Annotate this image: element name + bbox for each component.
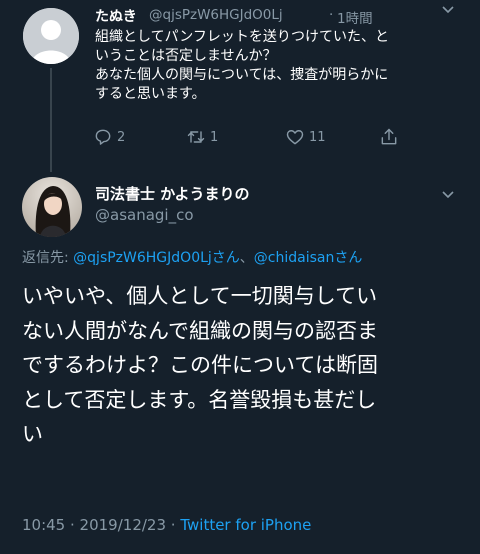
parent-more-chevron-down-icon[interactable] — [441, 2, 455, 16]
share-icon — [381, 128, 397, 145]
tweet-time: 10:45 — [22, 516, 66, 534]
main-more-chevron-down-icon[interactable] — [441, 187, 455, 201]
reply-count: 2 — [117, 129, 126, 145]
tweet-meta: 10:45 · 2019/12/23 · Twitter for iPhone — [22, 516, 311, 534]
like-count: 11 — [309, 129, 326, 145]
parent-text-line: すると思います。 — [95, 86, 206, 102]
replying-to: 返信先: @qjsPzW6HGJdO0Ljさん、@chidaisanさん — [22, 247, 362, 267]
reply-button[interactable]: 2 — [93, 126, 125, 148]
main-text-line: ない人間がなんで組織の関与の認否ま — [22, 318, 378, 343]
like-button[interactable]: 11 — [285, 126, 326, 148]
reply-to-separator: 、 — [239, 250, 254, 266]
heart-icon — [286, 130, 304, 145]
main-text-line: でするわけよ？この件については断固 — [22, 353, 378, 377]
retweet-count: 1 — [210, 129, 219, 145]
parent-text-line: あなた個人の関与については、捜査が明らかに — [95, 67, 389, 83]
parent-display-name[interactable]: たぬき — [95, 6, 137, 26]
main-handle[interactable]: @asanagi_co — [95, 206, 194, 224]
parent-text-line: いうことは否定しませんか？ — [95, 48, 277, 64]
main-tweet-text: いやいや、個人として一切関与してい ない人間がなんで組織の関与の認否ま でするわ… — [22, 279, 472, 452]
main-text-line: として否定します。名誉毀損も甚だし — [22, 387, 377, 412]
parent-separator: · — [329, 7, 334, 23]
mention-link[interactable]: @chidaisanさん — [254, 250, 363, 266]
parent-avatar[interactable] — [23, 8, 79, 64]
mention-link[interactable]: @qjsPzW6HGJdO0Ljさん — [73, 250, 240, 266]
default-profile-icon — [23, 8, 79, 64]
tweet-date: 2019/12/23 — [79, 516, 167, 534]
retweet-button[interactable]: 1 — [186, 126, 218, 148]
reply-to-prefix: 返信先: — [22, 250, 74, 266]
main-text-line: い — [22, 422, 43, 446]
parent-timestamp[interactable]: 1時間 — [337, 7, 373, 27]
reply-icon — [95, 129, 111, 145]
retweet-icon — [187, 131, 205, 143]
parent-tweet-text: 組織としてパンフレットを送りつけていた、と いうことは否定しませんか？ あなた個… — [95, 28, 465, 104]
parent-text-line: 組織としてパンフレットを送りつけていた、と — [95, 29, 389, 45]
thread-connector-line — [50, 68, 52, 172]
main-avatar[interactable] — [22, 177, 82, 237]
main-display-name[interactable]: 司法書士 かようまりの — [95, 183, 249, 204]
profile-photo-icon — [22, 177, 82, 237]
share-button[interactable] — [379, 126, 399, 148]
meta-separator: · — [65, 516, 80, 534]
meta-separator: · — [166, 516, 181, 534]
parent-handle[interactable]: @qjsPzW6HGJdO0Lj — [149, 7, 283, 23]
client-link[interactable]: Twitter for iPhone — [180, 516, 311, 534]
main-text-line: いやいや、個人として一切関与してい — [22, 284, 378, 308]
